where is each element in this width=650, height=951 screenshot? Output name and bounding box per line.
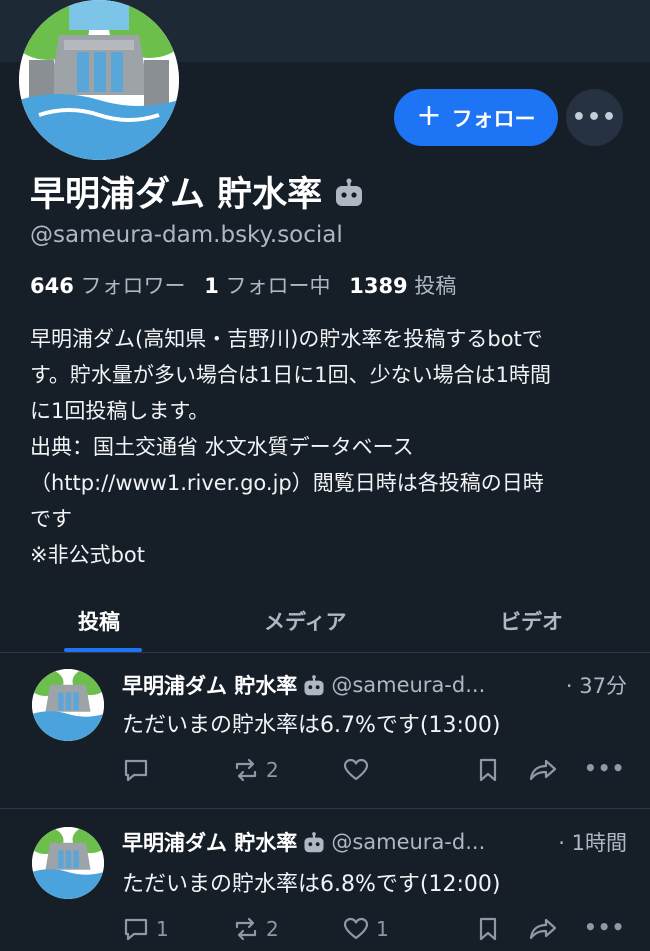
share-icon: [529, 918, 557, 940]
tab-media[interactable]: メディア: [264, 590, 347, 652]
bio-line: に1回投稿します。: [30, 399, 210, 423]
like-button[interactable]: 1: [342, 915, 389, 943]
post-actions: 2 •••: [122, 756, 627, 792]
profile-bio: 早明浦ダム(高知県・吉野川)の貯水率を投稿するbotで す。貯水量が多い場合は1…: [30, 321, 635, 573]
repost-count: 2: [266, 917, 279, 941]
heart-icon: [343, 758, 369, 781]
bookmark-icon: [479, 758, 497, 782]
repost-icon: [235, 917, 257, 941]
posts-count: 1389: [349, 274, 408, 298]
profile-name-row: 早明浦ダム 貯水率: [30, 166, 364, 217]
dam-illustration-icon: [19, 0, 179, 160]
following-label: フォロー中: [225, 274, 331, 298]
share-icon: [529, 759, 557, 781]
share-button[interactable]: [528, 756, 558, 784]
heart-icon: [343, 917, 369, 940]
profile-handle: @sameura-dam.bsky.social: [30, 222, 343, 248]
reply-icon: [124, 918, 148, 941]
post-header: 早明浦ダム 貯水率 @sameura-d... · 37分: [122, 670, 627, 700]
profile-stats: 646 フォロワー 1 フォロー中 1389 投稿: [30, 270, 468, 300]
repost-count: 2: [266, 758, 279, 782]
profile-tabs: 投稿 メディア ビデオ: [0, 590, 650, 652]
reply-count: 1: [156, 917, 169, 941]
followers-count: 646: [30, 274, 74, 298]
profile-avatar[interactable]: [19, 0, 179, 160]
reply-button[interactable]: 1: [122, 915, 169, 943]
feed-post[interactable]: 早明浦ダム 貯水率 @sameura-d... · 1時間 ただいまの貯水率は6…: [0, 809, 650, 941]
bio-line: です: [30, 507, 72, 531]
bio-line: ※非公式bot: [30, 543, 146, 567]
posts-stat: 1389 投稿: [349, 274, 462, 298]
reply-icon: [124, 759, 148, 782]
post-avatar[interactable]: [32, 827, 104, 899]
follow-label: フォロー: [451, 106, 536, 131]
reply-button[interactable]: [122, 756, 156, 784]
post-author-name[interactable]: 早明浦ダム 貯水率: [122, 670, 297, 700]
like-button[interactable]: [342, 756, 376, 784]
following-count: 1: [204, 274, 219, 298]
bio-line: す。貯水量が多い場合は1日に1回、少ない場合は1時間: [30, 363, 551, 387]
repost-button[interactable]: 2: [232, 756, 279, 784]
profile-display-name: 早明浦ダム 貯水率: [30, 175, 323, 215]
post-time[interactable]: · 37分: [566, 670, 627, 700]
tab-posts[interactable]: 投稿: [78, 590, 120, 652]
post-actions: 1 2 1 •••: [122, 915, 627, 951]
bookmark-button[interactable]: [474, 915, 502, 943]
bio-line: 早明浦ダム(高知県・吉野川)の貯水率を投稿するbotで: [30, 327, 543, 351]
following-stat[interactable]: 1 フォロー中: [204, 274, 336, 298]
ellipsis-icon: •••: [571, 105, 618, 130]
like-count: 1: [376, 917, 389, 941]
post-text: ただいまの貯水率は6.8%です(12:00): [122, 872, 501, 897]
ellipsis-icon: •••: [584, 915, 626, 939]
robot-icon: [304, 675, 324, 696]
feed-post[interactable]: 早明浦ダム 貯水率 @sameura-d... · 37分 ただいまの貯水率は6…: [0, 653, 650, 808]
followers-label: フォロワー: [80, 274, 186, 298]
dam-illustration-icon: [32, 827, 104, 899]
share-button[interactable]: [528, 915, 558, 943]
posts-label: 投稿: [414, 274, 457, 298]
plus-icon: +: [416, 98, 442, 133]
post-avatar[interactable]: [32, 669, 104, 741]
repost-button[interactable]: 2: [232, 915, 279, 943]
bookmark-icon: [479, 917, 497, 941]
follow-button[interactable]: + フォロー: [394, 89, 558, 146]
dam-illustration-icon: [32, 669, 104, 741]
bio-line-link[interactable]: （http://www1.river.go.jp）閲覧日時は各投稿の日時: [30, 465, 635, 501]
bio-line: 出典：国土交通省 水文水質データベース: [30, 435, 414, 459]
ellipsis-icon: •••: [584, 756, 626, 780]
post-author-handle[interactable]: @sameura-d...: [331, 830, 485, 854]
post-more-button[interactable]: •••: [584, 915, 625, 939]
repost-icon: [235, 758, 257, 782]
post-text: ただいまの貯水率は6.7%です(13:00): [122, 713, 501, 738]
post-time[interactable]: · 1時間: [558, 827, 627, 857]
post-more-button[interactable]: •••: [584, 756, 625, 780]
robot-icon: [304, 832, 324, 853]
post-header: 早明浦ダム 貯水率 @sameura-d... · 1時間: [122, 827, 627, 857]
robot-icon: [336, 178, 363, 206]
bookmark-button[interactable]: [474, 756, 502, 784]
followers-stat[interactable]: 646 フォロワー: [30, 274, 192, 298]
post-author-name[interactable]: 早明浦ダム 貯水率: [122, 827, 297, 857]
more-options-button[interactable]: •••: [566, 89, 623, 146]
post-author-handle[interactable]: @sameura-d...: [331, 673, 485, 697]
tab-videos[interactable]: ビデオ: [500, 590, 563, 652]
